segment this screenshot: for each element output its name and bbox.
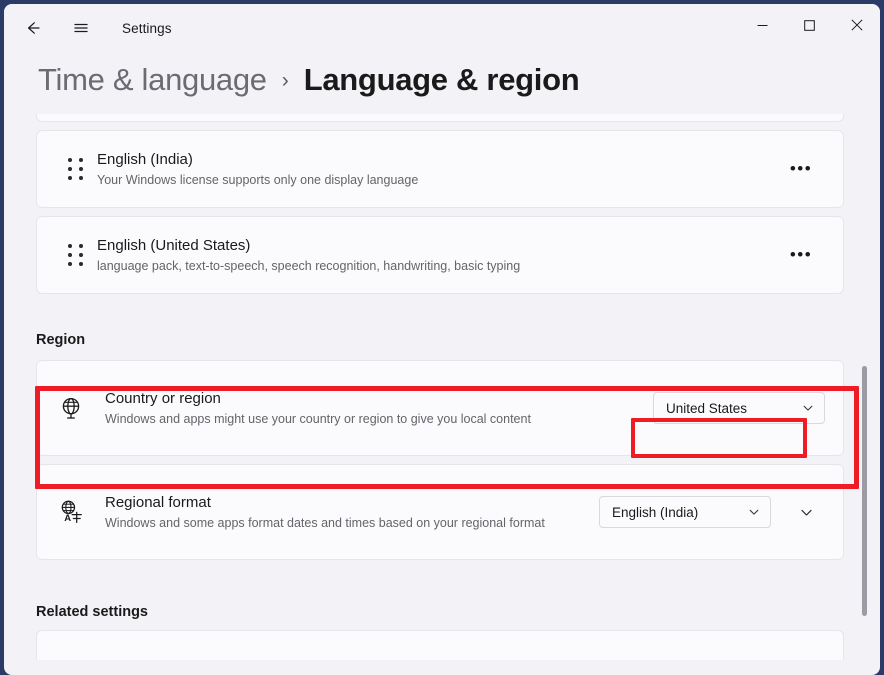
settings-window: Settings Time & language › [4,4,880,675]
drag-handle-icon [68,158,84,181]
language-more-options-button[interactable]: ••• [781,153,821,185]
breadcrumb: Time & language › Language & region [4,52,880,108]
country-or-region-title: Country or region [105,388,637,409]
close-button[interactable] [833,4,880,46]
language-card-english-united-states[interactable]: English (United States) language pack, t… [36,216,844,294]
window-caption-buttons [739,4,880,46]
country-or-region-row[interactable]: Country or region Windows and apps might… [36,360,844,456]
content-scrollbar[interactable] [859,226,871,673]
chevron-down-icon [802,402,814,414]
clipped-language-card [36,114,844,122]
breadcrumb-parent-link[interactable]: Time & language [38,62,267,98]
country-or-region-value: United States [666,401,747,416]
language-more-options-button[interactable]: ••• [781,239,821,271]
regional-format-title: Regional format [105,492,583,513]
maximize-button[interactable] [786,4,833,46]
related-settings-heading: Related settings [4,568,880,630]
title-bar: Settings [4,4,880,52]
breadcrumb-separator-icon: › [282,69,289,93]
language-card-english-india[interactable]: English (India) Your Windows license sup… [36,130,844,208]
related-settings-card-clipped[interactable] [36,630,844,660]
drag-handle[interactable] [55,158,97,181]
back-arrow-icon [23,18,43,38]
content-inner: English (India) Your Windows license sup… [4,114,880,660]
language-card-text: English (India) Your Windows license sup… [97,149,781,189]
regional-format-expand-button[interactable] [789,495,823,529]
country-or-region-dropdown[interactable]: United States [653,392,825,424]
country-or-region-subtitle: Windows and apps might use your country … [105,411,605,428]
drag-handle[interactable] [55,244,97,267]
back-button[interactable] [16,11,50,45]
hamburger-menu-icon [71,18,91,38]
language-subtitle: language pack, text-to-speech, speech re… [97,258,769,275]
regional-format-value: English (India) [612,505,698,520]
language-title: English (United States) [97,235,769,256]
minimize-button[interactable] [739,4,786,46]
chevron-down-expand-icon [799,505,814,520]
svg-text:A: A [64,513,71,524]
app-title: Settings [122,21,172,36]
chevron-down-icon [748,506,760,518]
maximize-icon [804,20,815,31]
settings-content: English (India) Your Windows license sup… [4,114,880,675]
globe-icon-wrap [37,394,105,422]
globe-icon [57,394,85,422]
regional-format-dropdown[interactable]: English (India) [599,496,771,528]
regional-format-text: Regional format Windows and some apps fo… [105,492,599,532]
navigation-menu-button[interactable] [64,11,98,45]
translate-globe-icon: A [56,497,86,527]
close-icon [851,19,863,31]
country-or-region-text: Country or region Windows and apps might… [105,388,653,428]
translate-globe-icon-wrap: A [37,497,105,527]
language-title: English (India) [97,149,769,170]
region-section-heading: Region [4,302,880,360]
page-title: Language & region [304,62,580,98]
minimize-icon [757,20,768,31]
drag-handle-icon [68,244,84,267]
regional-format-row[interactable]: A Regional format Windows and some apps … [36,464,844,560]
regional-format-subtitle: Windows and some apps format dates and t… [105,515,583,532]
language-card-text: English (United States) language pack, t… [97,235,781,275]
language-subtitle: Your Windows license supports only one d… [97,172,769,189]
scrollbar-thumb[interactable] [862,366,867,616]
